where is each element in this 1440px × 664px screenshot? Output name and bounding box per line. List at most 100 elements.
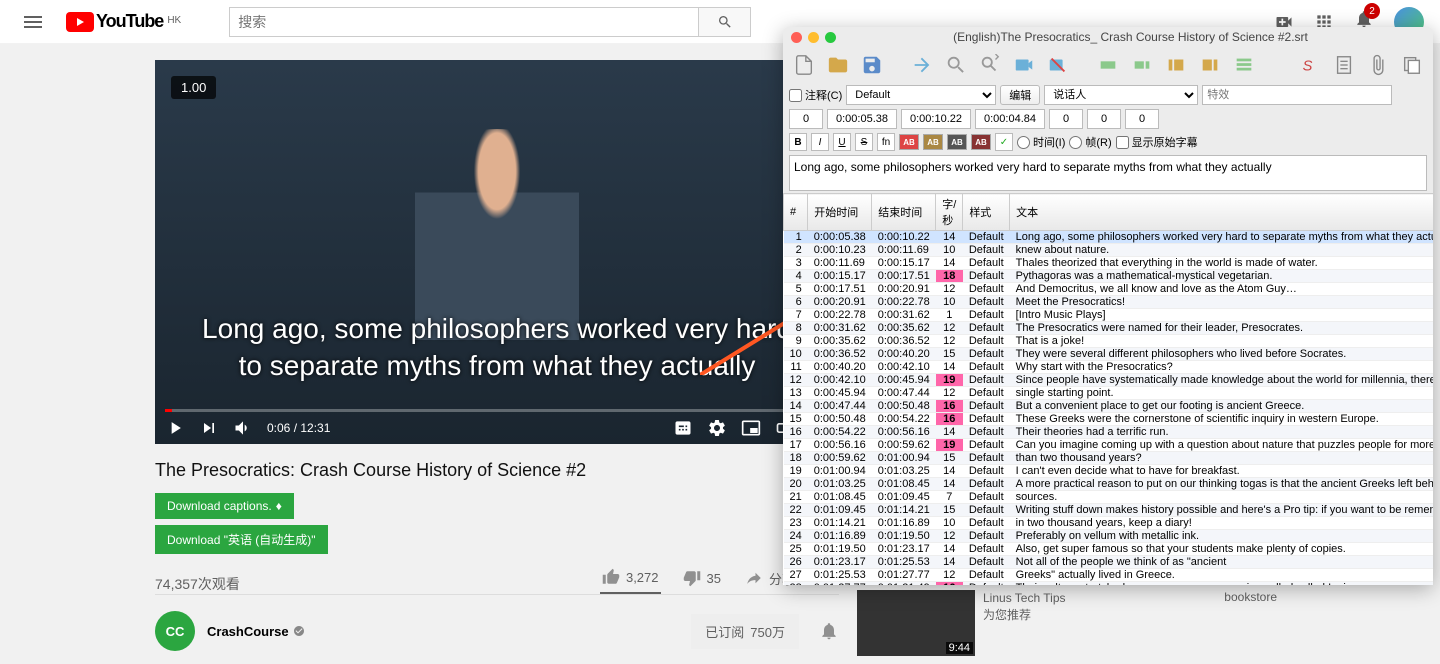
table-row[interactable]: 140:00:47.440:00:50.4816DefaultBut a con… xyxy=(784,400,1434,413)
select-all-icon[interactable] xyxy=(1229,51,1259,79)
miniplayer-icon[interactable] xyxy=(741,418,761,438)
styles-icon[interactable] xyxy=(1397,51,1427,79)
time-radio[interactable]: 时间(I) xyxy=(1017,134,1065,150)
color3-button[interactable]: AB xyxy=(947,134,967,150)
start-time-input[interactable] xyxy=(827,109,897,129)
playback-speed-badge[interactable]: 1.00 xyxy=(171,76,216,99)
col-start[interactable]: 开始时间 xyxy=(808,194,872,231)
close-window-icon[interactable] xyxy=(791,32,802,43)
search-input[interactable] xyxy=(229,7,699,37)
video-close-icon[interactable] xyxy=(1043,51,1073,79)
table-row[interactable]: 10:00:05.380:00:10.2214DefaultLong ago, … xyxy=(784,231,1434,244)
subtitle-text-editor[interactable]: Long ago, some philosophers worked very … xyxy=(789,155,1427,191)
recommendation-item[interactable]: 9:44 Linus Tech Tips 为您推荐 bookstore xyxy=(857,590,1277,656)
maximize-window-icon[interactable] xyxy=(825,32,836,43)
dislike-button[interactable]: 35 xyxy=(681,563,723,593)
margin-left-input[interactable] xyxy=(1049,109,1083,129)
layer-input[interactable] xyxy=(789,109,823,129)
comment-checkbox[interactable]: 注释(C) xyxy=(789,87,842,103)
table-row[interactable]: 40:00:15.170:00:17.5118DefaultPythagoras… xyxy=(784,270,1434,283)
save-file-icon[interactable] xyxy=(857,51,887,79)
table-row[interactable]: 240:01:16.890:01:19.5012DefaultPreferabl… xyxy=(784,530,1434,543)
table-row[interactable]: 260:01:23.170:01:25.5314DefaultNot all o… xyxy=(784,556,1434,569)
spellcheck-icon[interactable]: S xyxy=(1295,51,1325,79)
table-row[interactable]: 150:00:50.480:00:54.2216DefaultThese Gre… xyxy=(784,413,1434,426)
table-row[interactable]: 280:01:27.770:01:31.4916DefaultTheir cul… xyxy=(784,582,1434,586)
next-icon[interactable] xyxy=(199,418,219,438)
shift-start-icon[interactable] xyxy=(1093,51,1123,79)
search-button[interactable] xyxy=(699,7,751,37)
italic-button[interactable]: I xyxy=(811,133,829,151)
bold-button[interactable]: B xyxy=(789,133,807,151)
table-row[interactable]: 200:01:03.250:01:08.4514DefaultA more pr… xyxy=(784,478,1434,491)
volume-icon[interactable] xyxy=(233,418,253,438)
col-style[interactable]: 样式 xyxy=(963,194,1010,231)
table-row[interactable]: 210:01:08.450:01:09.457Defaultsources. xyxy=(784,491,1434,504)
table-row[interactable]: 60:00:20.910:00:22.7810DefaultMeet the P… xyxy=(784,296,1434,309)
table-row[interactable]: 120:00:42.100:00:45.9419DefaultSince peo… xyxy=(784,374,1434,387)
end-time-input[interactable] xyxy=(901,109,971,129)
snap-end-icon[interactable] xyxy=(1195,51,1225,79)
notification-bell-icon[interactable] xyxy=(819,621,839,641)
color4-button[interactable]: AB xyxy=(971,134,991,150)
shift-end-icon[interactable] xyxy=(1127,51,1157,79)
margin-right-input[interactable] xyxy=(1087,109,1121,129)
channel-name[interactable]: CrashCourse xyxy=(207,624,305,639)
table-row[interactable]: 50:00:17.510:00:20.9112DefaultAnd Democr… xyxy=(784,283,1434,296)
underline-button[interactable]: U xyxy=(833,133,851,151)
color1-button[interactable]: AB xyxy=(899,134,919,150)
table-row[interactable]: 180:00:59.620:01:00.9415Defaultthan two … xyxy=(784,452,1434,465)
font-button[interactable]: fn xyxy=(877,133,895,151)
attachment-icon[interactable] xyxy=(1363,51,1393,79)
table-row[interactable]: 20:00:10.230:00:11.6910Defaultknew about… xyxy=(784,244,1434,257)
table-row[interactable]: 170:00:56.160:00:59.6219DefaultCan you i… xyxy=(784,439,1434,452)
video-open-icon[interactable] xyxy=(1009,51,1039,79)
table-row[interactable]: 220:01:09.450:01:14.2115DefaultWriting s… xyxy=(784,504,1434,517)
search-tool-icon[interactable] xyxy=(941,51,971,79)
style-select[interactable]: Default xyxy=(846,85,996,105)
table-row[interactable]: 80:00:31.620:00:35.6212DefaultThe Presoc… xyxy=(784,322,1434,335)
window-titlebar[interactable]: (English)The Presocratics_ Crash Course … xyxy=(783,27,1433,47)
channel-avatar[interactable]: CC xyxy=(155,611,195,651)
show-original-checkbox[interactable]: 显示原始字幕 xyxy=(1116,134,1198,150)
table-row[interactable]: 190:01:00.940:01:03.2514DefaultI can't e… xyxy=(784,465,1434,478)
table-row[interactable]: 270:01:25.530:01:27.7712DefaultGreeks" a… xyxy=(784,569,1434,582)
jump-icon[interactable] xyxy=(907,51,937,79)
table-row[interactable]: 130:00:45.940:00:47.4412Defaultsingle st… xyxy=(784,387,1434,400)
snap-start-icon[interactable] xyxy=(1161,51,1191,79)
download-captions-button[interactable]: Download captions. ♦ xyxy=(155,493,294,519)
col-text[interactable]: 文本 xyxy=(1010,194,1433,231)
replace-tool-icon[interactable] xyxy=(975,51,1005,79)
col-end[interactable]: 结束时间 xyxy=(872,194,936,231)
video-player[interactable]: 1.00 Long ago, some philosophers worked … xyxy=(155,60,839,444)
play-icon[interactable] xyxy=(165,418,185,438)
margin-vert-input[interactable] xyxy=(1125,109,1159,129)
hamburger-menu-icon[interactable] xyxy=(16,8,50,36)
table-row[interactable]: 70:00:22.780:00:31.621Default[Intro Musi… xyxy=(784,309,1434,322)
new-file-icon[interactable] xyxy=(789,51,819,79)
like-button[interactable]: 3,272 xyxy=(600,562,661,594)
col-number[interactable]: # xyxy=(784,194,808,231)
subtitle-table[interactable]: # 开始时间 结束时间 字/秒 样式 文本 10:00:05.380:00:10… xyxy=(783,193,1433,585)
actor-select[interactable]: 说话人 xyxy=(1044,85,1198,105)
col-cps[interactable]: 字/秒 xyxy=(936,194,963,231)
color2-button[interactable]: AB xyxy=(923,134,943,150)
table-row[interactable]: 30:00:11.690:00:15.1714DefaultThales the… xyxy=(784,257,1434,270)
table-row[interactable]: 230:01:14.210:01:16.8910Defaultin two th… xyxy=(784,517,1434,530)
download-auto-captions-button[interactable]: Download "英语 (自动生成)" xyxy=(155,525,328,554)
properties-icon[interactable] xyxy=(1329,51,1359,79)
edit-style-button[interactable]: 编辑 xyxy=(1000,85,1040,105)
captions-icon[interactable] xyxy=(673,418,693,438)
table-row[interactable]: 90:00:35.620:00:36.5212DefaultThat is a … xyxy=(784,335,1434,348)
table-row[interactable]: 110:00:40.200:00:42.1014DefaultWhy start… xyxy=(784,361,1434,374)
open-file-icon[interactable] xyxy=(823,51,853,79)
commit-button[interactable]: ✓ xyxy=(995,133,1013,151)
frame-radio[interactable]: 帧(R) xyxy=(1069,134,1111,150)
duration-input[interactable] xyxy=(975,109,1045,129)
youtube-logo[interactable]: YouTube HK xyxy=(66,11,181,32)
table-row[interactable]: 100:00:36.520:00:40.2015DefaultThey were… xyxy=(784,348,1434,361)
minimize-window-icon[interactable] xyxy=(808,32,819,43)
strike-button[interactable]: S xyxy=(855,133,873,151)
table-row[interactable]: 250:01:19.500:01:23.1714DefaultAlso, get… xyxy=(784,543,1434,556)
settings-gear-icon[interactable] xyxy=(707,418,727,438)
